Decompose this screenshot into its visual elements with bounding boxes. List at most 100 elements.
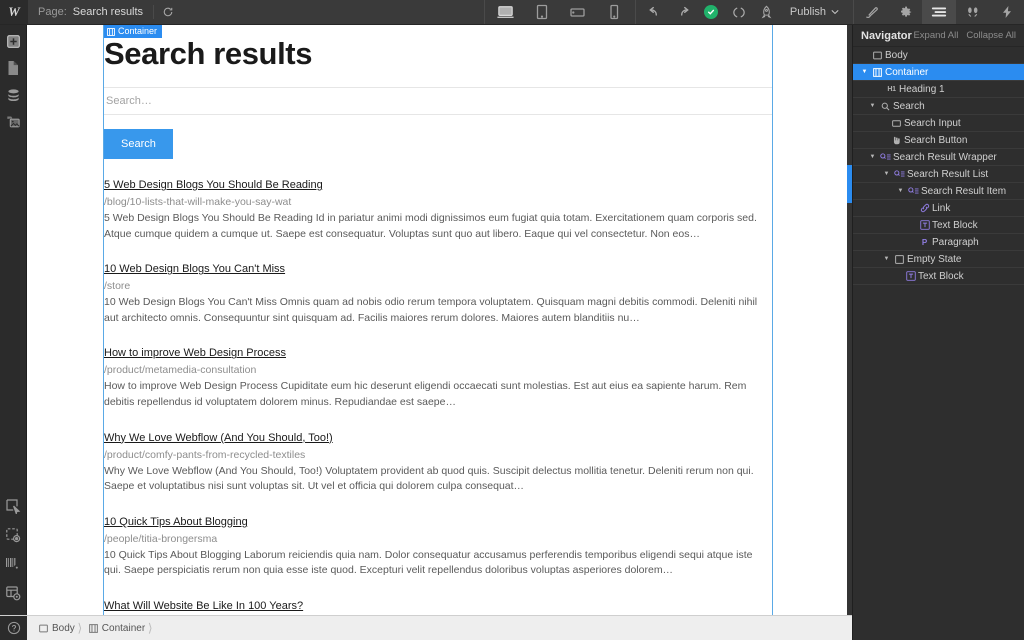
chevron-down-icon[interactable]: ▼: [881, 256, 892, 262]
device-desktop[interactable]: [489, 0, 523, 24]
design-canvas[interactable]: Container Search results Search 5 Web De…: [27, 25, 852, 615]
result-title-link[interactable]: 5 Web Design Blogs You Should Be Reading: [104, 177, 323, 193]
nav-item-label: Search Button: [904, 134, 968, 146]
page-selector[interactable]: Page: Search results: [28, 0, 153, 24]
nav-item-label: Search Input: [904, 117, 961, 129]
nav-item-container[interactable]: ▼ Container: [853, 64, 1024, 81]
nav-item-label: Heading 1: [899, 83, 945, 95]
question-mark-icon[interactable]: [0, 616, 27, 640]
images-icon[interactable]: [1, 112, 25, 132]
result-url: /store: [104, 280, 131, 293]
nav-item-search-result-list[interactable]: ▼ Search Result List: [853, 166, 1024, 183]
result-url: /product/comfy-pants-from-recycled-texti…: [104, 448, 306, 461]
result-url: /blog/10-lists-that-will-make-you-say-wa…: [104, 196, 292, 209]
nav-item-search-input[interactable]: Search Input: [853, 115, 1024, 132]
collection-icon: [878, 152, 893, 162]
rocket-icon[interactable]: [754, 0, 780, 24]
save-status-icon[interactable]: [698, 0, 724, 24]
audit-icon[interactable]: [1, 554, 25, 574]
search-result-item: 10 Web Design Blogs You Can't Miss /stor…: [104, 259, 772, 326]
tab-style-panel[interactable]: [854, 0, 888, 24]
nav-item-label: Text Block: [918, 270, 964, 282]
refresh-icon[interactable]: [154, 0, 182, 24]
plus-icon[interactable]: [1, 31, 25, 51]
page-name: Search results: [72, 6, 144, 18]
search-result-item: Why We Love Webflow (And You Should, Too…: [104, 428, 772, 495]
chevron-down-icon[interactable]: ▼: [859, 69, 870, 75]
search-icon: [878, 102, 893, 111]
nav-item-link[interactable]: Link: [853, 200, 1024, 217]
body-icon: [870, 51, 885, 60]
result-url: /product/metamedia-consultation: [104, 364, 257, 377]
right-panel-tabs: [853, 0, 1024, 24]
nav-item-text-block-empty[interactable]: Text Block: [853, 268, 1024, 285]
left-toolbar: [0, 25, 27, 640]
search-result-list: 5 Web Design Blogs You Should Be Reading…: [104, 175, 772, 615]
webflow-logo[interactable]: W: [0, 0, 28, 24]
device-mobile-portrait[interactable]: [597, 0, 631, 24]
publish-button[interactable]: Publish: [782, 0, 847, 24]
tab-interactions-panel[interactable]: [956, 0, 990, 24]
result-title-link[interactable]: 10 Web Design Blogs You Can't Miss: [104, 261, 285, 277]
collection-icon: [906, 186, 921, 196]
button-icon: [889, 136, 904, 145]
result-url: /people/titia-brongersma: [104, 532, 218, 545]
tab-navigator-panel[interactable]: [922, 0, 956, 24]
page-icon[interactable]: [1, 58, 25, 78]
nav-item-label: Link: [932, 202, 951, 214]
breakpoint-switcher: [483, 0, 636, 24]
result-title-link[interactable]: How to improve Web Design Process: [104, 345, 286, 361]
breadcrumb-item-container[interactable]: Container ⟩: [85, 616, 155, 640]
page-body[interactable]: Container Search results Search 5 Web De…: [27, 25, 852, 615]
component-cursor-icon[interactable]: [1, 496, 25, 516]
link-icon: [917, 203, 932, 213]
result-title-link[interactable]: What Will Website Be Like In 100 Years?: [104, 598, 303, 614]
nav-item-search-result-item[interactable]: ▼ Search Result Item: [853, 183, 1024, 200]
code-brackets-icon[interactable]: [726, 0, 752, 24]
h1-icon: H1: [887, 85, 896, 93]
device-mobile-landscape[interactable]: [561, 0, 595, 24]
tab-effects-panel[interactable]: [990, 0, 1024, 24]
result-title-link[interactable]: 10 Quick Tips About Blogging: [104, 514, 248, 530]
collapse-all-button[interactable]: Collapse All: [966, 30, 1016, 41]
nav-item-empty-state[interactable]: ▼ Empty State: [853, 251, 1024, 268]
chevron-down-icon[interactable]: ▼: [867, 154, 878, 160]
redo-icon[interactable]: [670, 0, 696, 24]
breadcrumb-item-body[interactable]: Body ⟩: [35, 616, 85, 640]
layouts-icon[interactable]: [1, 583, 25, 603]
nav-item-label: Search Result List: [907, 168, 989, 180]
saved-check-icon: [703, 5, 718, 19]
nav-item-heading-1[interactable]: H1 Heading 1: [853, 81, 1024, 98]
nav-item-text-block[interactable]: Text Block: [853, 217, 1024, 234]
chevron-down-icon[interactable]: ▼: [895, 188, 906, 194]
nav-item-label: Search: [893, 100, 925, 112]
database-icon[interactable]: [1, 85, 25, 105]
container-icon: [870, 67, 885, 77]
result-body: How to improve Web Design Process Cupidi…: [104, 380, 747, 409]
empty-state-icon: [892, 254, 907, 264]
search-result-item: How to improve Web Design Process /produ…: [104, 343, 772, 410]
search-button[interactable]: Search: [104, 129, 173, 160]
chevron-down-icon[interactable]: ▼: [867, 103, 878, 109]
publish-label: Publish: [789, 6, 826, 18]
search-input[interactable]: [104, 87, 772, 116]
nav-item-paragraph[interactable]: P Paragraph: [853, 234, 1024, 251]
nav-item-body[interactable]: Body: [853, 47, 1024, 64]
nav-item-label: Container: [885, 66, 929, 78]
nav-item-search-result-wrapper[interactable]: ▼ Search Result Wrapper: [853, 149, 1024, 166]
tab-settings-panel[interactable]: [888, 0, 922, 24]
device-tablet[interactable]: [525, 0, 559, 24]
breadcrumb-label: Body: [52, 622, 75, 634]
text-block-icon: [903, 271, 918, 281]
symbol-icon[interactable]: [1, 525, 25, 545]
undo-icon[interactable]: [642, 0, 668, 24]
chevron-down-icon[interactable]: ▼: [881, 171, 892, 177]
collection-icon: [892, 169, 907, 179]
search-result-item: 5 Web Design Blogs You Should Be Reading…: [104, 175, 772, 242]
result-title-link[interactable]: Why We Love Webflow (And You Should, Too…: [104, 430, 333, 446]
nav-item-search[interactable]: ▼ Search: [853, 98, 1024, 115]
expand-all-button[interactable]: Expand All: [913, 30, 958, 41]
nav-item-search-button[interactable]: Search Button: [853, 132, 1024, 149]
page-title[interactable]: Search results: [104, 36, 772, 75]
nav-item-label: Search Result Wrapper: [893, 151, 997, 163]
